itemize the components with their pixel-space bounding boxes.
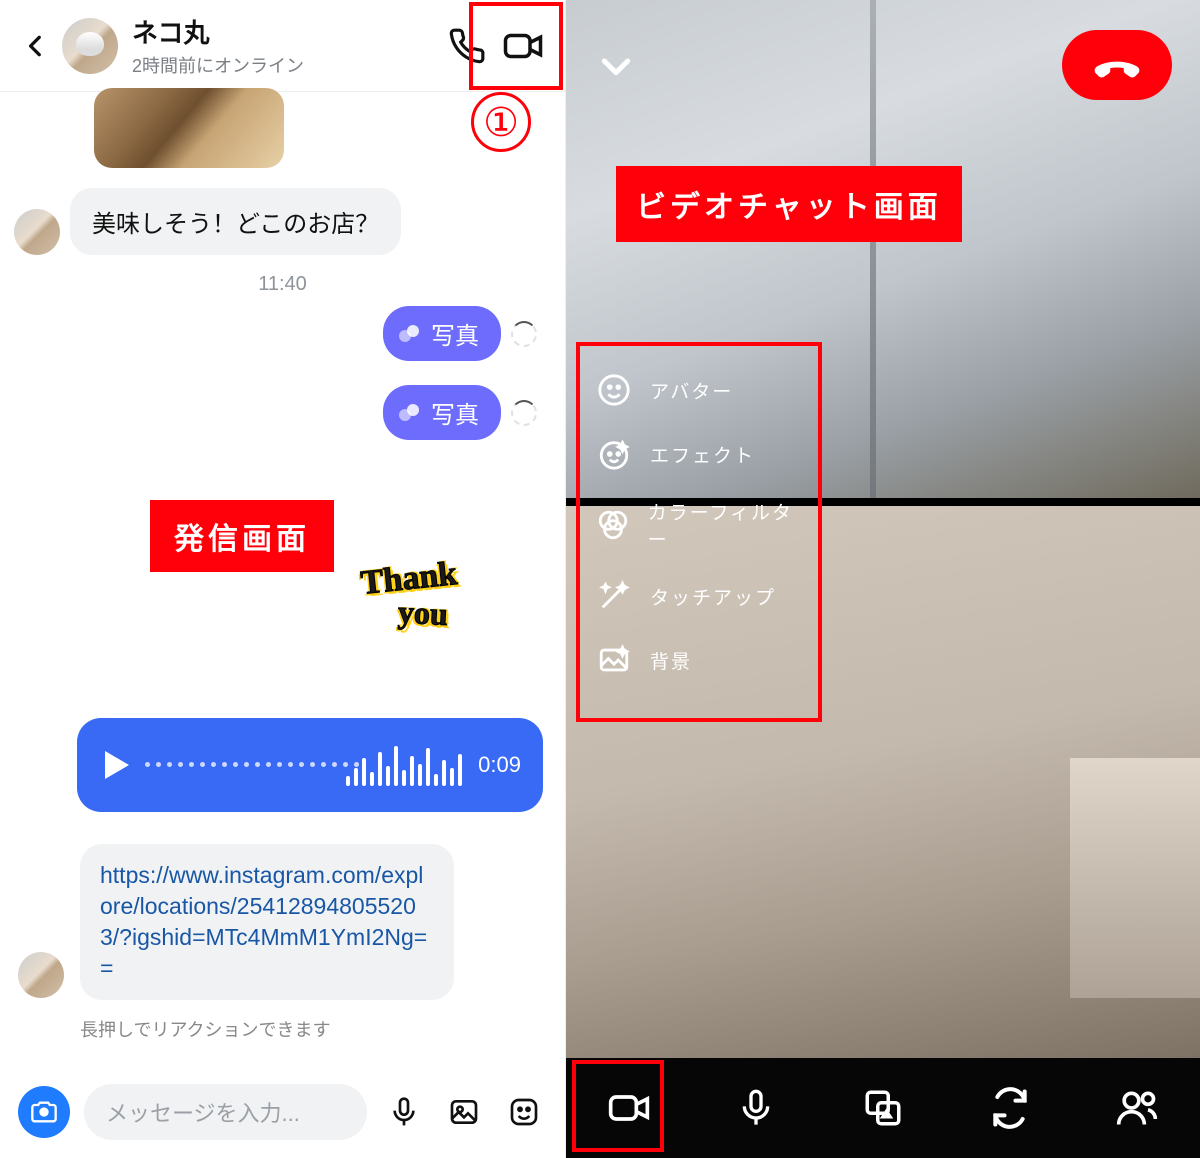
annotation-label-video-screen: ビデオチャット画面: [616, 166, 962, 242]
effect-icon: [594, 434, 634, 474]
toggle-mic-button[interactable]: [726, 1078, 786, 1138]
effects-item-label: アバター: [650, 377, 733, 404]
collapse-button[interactable]: [596, 46, 636, 86]
play-icon[interactable]: [105, 751, 129, 779]
video-call-screen: ビデオチャット画面 アバター エフェクト カラーフィルター タッチアップ 背景: [566, 0, 1200, 1158]
switch-camera-button[interactable]: [980, 1078, 1040, 1138]
chip-label: 写真: [431, 395, 479, 430]
reaction-hint: 長押しでリアクションできます: [80, 1016, 331, 1042]
effects-item-background[interactable]: 背景: [586, 628, 812, 692]
voice-duration: 0:09: [478, 752, 521, 778]
background-icon: [594, 640, 634, 680]
effects-item-color-filter[interactable]: カラーフィルター: [586, 486, 812, 564]
chat-header: ネコ丸 2時間前にオンライン: [0, 0, 565, 92]
video-call-button[interactable]: [495, 18, 551, 74]
avatar-small: [18, 952, 64, 998]
photo-chip[interactable]: 写真: [383, 306, 501, 361]
incoming-message[interactable]: 美味しそう！どこのお店？: [70, 188, 401, 255]
effects-item-touchup[interactable]: タッチアップ: [586, 564, 812, 628]
sending-spinner-icon: [511, 400, 537, 426]
photo-chip[interactable]: 写真: [383, 385, 501, 440]
sending-spinner-icon: [511, 321, 537, 347]
effects-item-label: カラーフィルター: [648, 498, 804, 552]
effects-item-label: 背景: [650, 647, 692, 674]
wand-icon: [594, 576, 634, 616]
avatar[interactable]: [62, 18, 118, 74]
back-button[interactable]: [14, 24, 58, 68]
voice-message[interactable]: 0:09: [77, 718, 543, 812]
effects-menu: アバター エフェクト カラーフィルター タッチアップ 背景: [576, 342, 822, 708]
mic-button[interactable]: [381, 1089, 427, 1135]
voice-call-button[interactable]: [439, 18, 495, 74]
message-input[interactable]: メッセージを入力...: [84, 1084, 367, 1140]
sticker-thank-you[interactable]: Thank you: [339, 560, 479, 631]
image-message[interactable]: [94, 88, 284, 168]
effects-item-avatar[interactable]: アバター: [586, 358, 812, 422]
chip-label: 写真: [431, 316, 479, 351]
avatar-icon: [594, 370, 634, 410]
avatar-small: [14, 209, 60, 255]
timestamp: 11:40: [14, 273, 551, 296]
input-bar: メッセージを入力...: [0, 1066, 565, 1158]
participants-button[interactable]: [1107, 1078, 1167, 1138]
waveform: [145, 740, 462, 790]
sticker-button[interactable]: [501, 1089, 547, 1135]
camera-button[interactable]: [18, 1086, 70, 1138]
effects-item-effect[interactable]: エフェクト: [586, 422, 812, 486]
hangup-button[interactable]: [1062, 30, 1172, 100]
contact-name: ネコ丸: [132, 13, 439, 50]
effects-item-label: タッチアップ: [650, 583, 776, 610]
annotation-label-call-screen: 発信画面: [150, 500, 334, 572]
filter-icon: [594, 505, 632, 545]
gallery-button[interactable]: [441, 1089, 487, 1135]
effects-item-label: エフェクト: [650, 441, 755, 468]
toggle-video-button[interactable]: [599, 1078, 659, 1138]
message-list: 美味しそう！どこのお店？ 11:40 写真 写真: [0, 92, 565, 440]
call-controls: [566, 1058, 1200, 1158]
share-screen-button[interactable]: [853, 1078, 913, 1138]
chat-screen: ネコ丸 2時間前にオンライン ① 美味しそう！どこのお店？ 11:40: [0, 0, 566, 1158]
contact-status: 2時間前にオンライン: [132, 52, 439, 78]
link-message[interactable]: https://www.instagram.com/explore/locati…: [80, 844, 454, 1000]
